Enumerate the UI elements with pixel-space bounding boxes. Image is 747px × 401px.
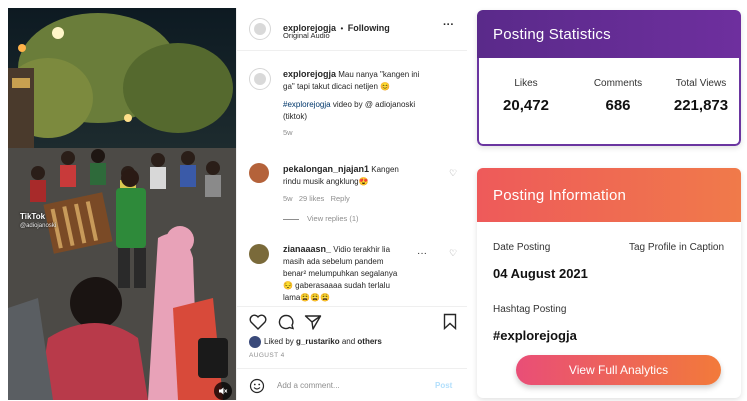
liked-by-user[interactable]: g_rustariko <box>296 337 340 346</box>
comment-username[interactable]: zianaaasn_ <box>283 244 331 254</box>
posting-statistics-card: Posting Statistics Likes 20,472 Comments… <box>477 10 741 146</box>
bookmark-icon[interactable] <box>443 313 457 335</box>
comment-more-ellipsis-icon[interactable]: ··· <box>417 248 427 259</box>
following-status[interactable]: Following <box>348 23 390 33</box>
caption-line-2: ga" tapi takut dicaci netijen 😊 <box>283 82 391 91</box>
view-full-analytics-label: View Full Analytics <box>568 363 669 377</box>
tiktok-watermark: TikTok <box>20 212 46 221</box>
stat-comments: Comments 686 <box>575 78 661 114</box>
tag-profile-label: Tag Profile in Caption <box>629 242 725 253</box>
liked-by-others[interactable]: others <box>357 337 381 346</box>
caption-avatar[interactable] <box>249 68 271 90</box>
comment-avatar[interactable] <box>249 163 269 183</box>
hashtag-posting-value: #explorejogja <box>493 328 577 343</box>
liked-by-prefix: Liked by <box>264 337 297 346</box>
date-posting-label: Date Posting <box>493 242 551 253</box>
liked-by-text: Liked by g_rustariko and others <box>264 336 382 348</box>
divider <box>237 306 467 307</box>
heart-icon[interactable] <box>249 314 267 335</box>
share-icon[interactable] <box>304 314 322 335</box>
comment-line: rindu musik angklung😍 <box>283 177 369 186</box>
divider <box>237 50 467 51</box>
stat-label: Total Views <box>675 78 727 89</box>
comment-avatar[interactable] <box>249 244 269 264</box>
liked-by-and: and <box>339 337 358 346</box>
date-posting-value: 04 August 2021 <box>493 266 588 281</box>
divider <box>237 368 467 369</box>
hashtag-posting-label: Hashtag Posting <box>493 304 567 315</box>
comment-input[interactable]: Add a comment... <box>277 381 340 390</box>
view-full-analytics-button[interactable]: View Full Analytics <box>516 355 721 385</box>
stat-value: 686 <box>605 97 631 114</box>
comment-1: pekalongan_njajan1 Kangen rindu musik an… <box>283 163 443 225</box>
speaker-muted-icon[interactable] <box>214 382 232 400</box>
stat-likes: Likes 20,472 <box>483 78 569 114</box>
post-date: AUGUST 4 <box>249 352 285 359</box>
hashtag-link[interactable]: #explorejogja <box>283 100 331 109</box>
comment-time: 5w <box>283 194 293 203</box>
caption-time: 5w <box>283 128 293 137</box>
comment-like-heart-icon[interactable]: ♡ <box>449 168 457 179</box>
comment-line: Kangen <box>369 165 399 174</box>
tiktok-watermark-user: @adiojanoski <box>20 223 57 229</box>
stat-value: 221,873 <box>673 97 729 114</box>
caption-text: explorejogja Mau nanya "kangen ini ga" t… <box>283 68 461 139</box>
comment-like-heart-icon[interactable]: ♡ <box>449 248 457 259</box>
statistics-title: Posting Statistics <box>493 25 611 43</box>
statistics-body: Likes 20,472 Comments 686 Total Views 22… <box>477 58 741 146</box>
instagram-post-panel: explorejogja • Following Original Audio … <box>236 8 467 400</box>
audio-label[interactable]: Original Audio <box>283 31 330 40</box>
post-comment-button[interactable]: Post <box>435 381 452 390</box>
liked-by-avatar <box>249 336 261 348</box>
caption-line-1: Mau nanya "kangen ini <box>338 70 420 79</box>
stat-label: Likes <box>514 78 538 89</box>
stat-label: Comments <box>593 78 643 89</box>
information-title: Posting Information <box>493 186 627 204</box>
caption-username[interactable]: explorejogja <box>283 69 336 79</box>
comment-line: benar² melumpuhkan segalanya <box>283 269 398 278</box>
comment-line: 😔 gaberasaaaa sudah terlalu <box>283 281 390 290</box>
header-separator: • <box>340 24 344 33</box>
statistics-header: Posting Statistics <box>477 10 741 58</box>
emoji-icon[interactable] <box>249 378 265 399</box>
caption-credit-2: (tiktok) <box>283 112 307 121</box>
view-replies-link[interactable]: View replies (1) <box>307 214 359 223</box>
comment-likes[interactable]: 29 likes <box>299 194 324 203</box>
comment-bubble-icon[interactable] <box>277 314 295 335</box>
ellipsis-icon[interactable]: ··· <box>443 19 454 31</box>
comment-username[interactable]: pekalongan_njajan1 <box>283 164 369 174</box>
reply-button[interactable]: Reply <box>331 194 350 203</box>
comment-line: Vidio terakhir lia <box>331 245 391 254</box>
caption-credit-1: video by @ adiojanoski <box>330 100 416 109</box>
stat-total-views: Total Views 221,873 <box>663 78 739 114</box>
video-thumbnail[interactable]: TikTok @adiojanoski <box>8 8 236 400</box>
video-frame-illustration <box>8 8 236 400</box>
comment-line: lama😩😩😩 <box>283 293 331 302</box>
stat-value: 20,472 <box>503 97 549 114</box>
avatar[interactable] <box>249 18 271 40</box>
information-header: Posting Information <box>477 168 741 222</box>
